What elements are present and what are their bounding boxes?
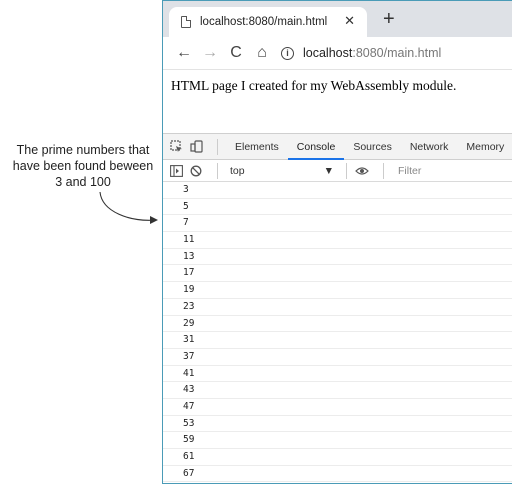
console-line: 37 bbox=[163, 349, 512, 366]
dropdown-arrow-icon: ▼ bbox=[323, 164, 334, 177]
tab-network[interactable]: Network bbox=[401, 134, 458, 160]
devtools-panel: Elements Console Sources Network Memory … bbox=[163, 133, 512, 483]
context-select[interactable]: top ▼ bbox=[226, 165, 338, 177]
console-toolbar: top ▼ Filter bbox=[163, 160, 512, 182]
browser-window: localhost:8080/main.html ✕ + ← → C ⌂ i l… bbox=[162, 0, 512, 484]
console-line: 29 bbox=[163, 316, 512, 333]
divider bbox=[383, 162, 384, 179]
tab-title: localhost:8080/main.html bbox=[200, 16, 328, 28]
eye-icon[interactable] bbox=[355, 164, 369, 178]
annotation-line-2: have been found beween bbox=[12, 159, 154, 173]
console-line: 61 bbox=[163, 449, 512, 466]
clear-console-icon[interactable] bbox=[189, 164, 203, 178]
page-text: HTML page I created for my WebAssembly m… bbox=[171, 78, 457, 93]
document-icon bbox=[181, 16, 191, 28]
divider bbox=[217, 138, 218, 155]
console-line: 47 bbox=[163, 399, 512, 416]
divider bbox=[217, 162, 218, 179]
close-tab-icon[interactable]: ✕ bbox=[344, 13, 355, 29]
forward-button[interactable]: → bbox=[197, 40, 223, 66]
annotation-line-3: 3 and 100 bbox=[55, 175, 111, 189]
console-line: 67 bbox=[163, 466, 512, 483]
tab-console[interactable]: Console bbox=[287, 134, 345, 160]
console-line: 31 bbox=[163, 332, 512, 349]
browser-tab[interactable]: localhost:8080/main.html ✕ bbox=[169, 7, 367, 37]
tab-sources[interactable]: Sources bbox=[344, 134, 401, 160]
divider bbox=[346, 162, 347, 179]
back-button[interactable]: ← bbox=[171, 40, 197, 66]
devtools-tabs: Elements Console Sources Network Memory bbox=[163, 134, 512, 160]
console-output: 3 5 7 11 13 17 19 23 29 31 37 41 43 47 53 59 61 67 bbox=[163, 182, 512, 483]
console-line: 13 bbox=[163, 249, 512, 266]
annotation-text: The prime numbers that have been found b… bbox=[8, 142, 158, 190]
page-content: HTML page I created for my WebAssembly m… bbox=[163, 69, 512, 133]
address-bar[interactable]: i localhost:8080/main.html bbox=[281, 46, 441, 60]
filter-input[interactable]: Filter bbox=[398, 165, 421, 177]
browser-toolbar: ← → C ⌂ i localhost:8080/main.html bbox=[163, 37, 512, 69]
sidebar-toggle-icon[interactable] bbox=[169, 164, 183, 178]
console-line: 19 bbox=[163, 282, 512, 299]
console-line: 17 bbox=[163, 265, 512, 283]
console-line: 53 bbox=[163, 416, 512, 433]
info-icon[interactable]: i bbox=[281, 46, 294, 60]
console-line: 11 bbox=[163, 232, 512, 249]
url-host: localhost bbox=[303, 46, 353, 60]
tab-strip: localhost:8080/main.html ✕ + bbox=[163, 1, 512, 37]
device-toolbar-icon[interactable] bbox=[189, 140, 203, 154]
url-path: :8080/main.html bbox=[352, 46, 442, 60]
console-line: 5 bbox=[163, 199, 512, 216]
inspect-element-icon[interactable] bbox=[169, 140, 183, 154]
console-line: 43 bbox=[163, 382, 512, 399]
tab-memory[interactable]: Memory bbox=[457, 134, 512, 160]
context-value: top bbox=[230, 164, 245, 177]
console-line: 41 bbox=[163, 366, 512, 383]
annotation-line-1: The prime numbers that bbox=[16, 143, 150, 157]
console-line: 59 bbox=[163, 432, 512, 449]
console-line: 3 bbox=[163, 182, 512, 199]
console-line: 23 bbox=[163, 299, 512, 316]
console-line: 7 bbox=[163, 215, 512, 233]
reload-button[interactable]: C bbox=[223, 40, 249, 66]
new-tab-button[interactable]: + bbox=[383, 9, 395, 29]
home-button[interactable]: ⌂ bbox=[249, 40, 275, 66]
tab-elements[interactable]: Elements bbox=[226, 134, 288, 160]
